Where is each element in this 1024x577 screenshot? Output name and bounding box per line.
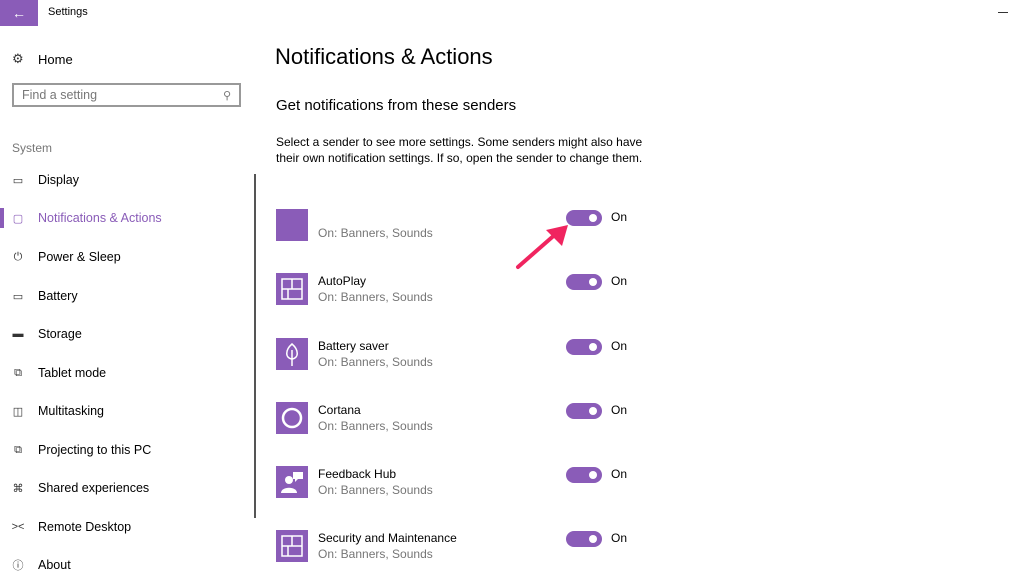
selection-indicator bbox=[0, 208, 4, 228]
home-label: Home bbox=[38, 51, 73, 67]
sender-row[interactable]: Feedback Hub On: Banners, Sounds On bbox=[276, 466, 646, 500]
sidebar-item-label: Notifications & Actions bbox=[38, 211, 162, 225]
notification-toggle[interactable] bbox=[566, 531, 602, 547]
sidebar-item-about[interactable]: ⓘ About bbox=[0, 553, 250, 577]
tablet-mode-icon: ⧉ bbox=[14, 366, 22, 379]
notification-toggle[interactable] bbox=[566, 403, 602, 419]
sender-row[interactable]: Cortana On: Banners, Sounds On bbox=[276, 402, 646, 436]
remote-desktop-icon: >< bbox=[11, 521, 25, 533]
toggle-knob bbox=[589, 278, 597, 286]
toggle-state-label: On bbox=[611, 210, 628, 224]
notification-toggle[interactable] bbox=[566, 467, 602, 483]
section-heading: Get notifications from these senders bbox=[276, 97, 517, 114]
toggle-state-label: On bbox=[611, 531, 628, 545]
autoplay-icon bbox=[276, 273, 308, 305]
search-icon: ⚲ bbox=[222, 89, 231, 102]
about-icon: ⓘ bbox=[12, 560, 24, 572]
sender-status: On: Banners, Sounds bbox=[318, 547, 433, 561]
sidebar-item-label: Projecting to this PC bbox=[38, 443, 152, 457]
description-text: Select a sender to see more settings. So… bbox=[276, 135, 643, 165]
sidebar-item-display[interactable]: ▭ Display bbox=[0, 168, 250, 192]
notification-toggle[interactable] bbox=[566, 274, 602, 290]
power-icon: ⏻ bbox=[13, 250, 23, 263]
sender-name: Cortana bbox=[318, 403, 361, 417]
sender-status: On: Banners, Sounds bbox=[318, 419, 433, 433]
toggle-state-label: On bbox=[611, 339, 628, 353]
back-button[interactable]: ← bbox=[0, 0, 38, 26]
storage-icon: ▬ bbox=[12, 328, 24, 340]
gear-icon: ⚙ bbox=[12, 51, 24, 66]
sidebar-item-label: Display bbox=[38, 173, 79, 187]
security-maintenance-icon bbox=[276, 530, 308, 562]
sidebar-item-remote-desktop[interactable]: >< Remote Desktop bbox=[0, 515, 250, 539]
sidebar-item-battery[interactable]: ▭ Battery bbox=[0, 284, 250, 308]
sender-status: On: Banners, Sounds bbox=[318, 355, 433, 369]
minimize-button[interactable] bbox=[998, 12, 1008, 13]
search-box[interactable]: ⚲ bbox=[12, 83, 241, 107]
shared-experiences-icon: ⌘ bbox=[12, 482, 24, 495]
search-input[interactable] bbox=[22, 88, 223, 102]
sender-status: On: Banners, Sounds bbox=[318, 226, 433, 240]
sidebar-item-shared-experiences[interactable]: ⌘ Shared experiences bbox=[0, 476, 250, 500]
sender-status: On: Banners, Sounds bbox=[318, 290, 433, 304]
toggle-knob bbox=[589, 214, 597, 222]
sidebar-item-label: Shared experiences bbox=[38, 481, 150, 495]
sender-status: On: Banners, Sounds bbox=[318, 483, 433, 497]
sidebar-scrollbar[interactable] bbox=[254, 174, 256, 518]
sender-row[interactable]: AutoPlay On: Banners, Sounds On bbox=[276, 273, 646, 307]
blank-app-icon bbox=[276, 209, 308, 241]
notification-toggle[interactable] bbox=[566, 339, 602, 355]
sidebar-item-label: Multitasking bbox=[38, 404, 104, 418]
multitasking-icon: ◫ bbox=[12, 405, 24, 418]
sender-row[interactable]: Battery saver On: Banners, Sounds On bbox=[276, 338, 646, 372]
toggle-state-label: On bbox=[611, 274, 628, 288]
toggle-state-label: On bbox=[611, 467, 628, 481]
toggle-knob bbox=[589, 471, 597, 479]
sidebar-item-projecting-to-this-pc[interactable]: ⧉ Projecting to this PC bbox=[0, 438, 250, 462]
sidebar-item-label: Tablet mode bbox=[38, 366, 107, 380]
notifications-icon: ▢ bbox=[12, 212, 24, 225]
sidebar-item-label: About bbox=[38, 558, 71, 572]
sidebar-item-power-sleep[interactable]: ⏻ Power & Sleep bbox=[0, 245, 250, 269]
sidebar-item-label: Remote Desktop bbox=[38, 520, 132, 534]
feedback-hub-icon bbox=[276, 466, 308, 498]
projecting-icon: ⧉ bbox=[14, 443, 22, 456]
sender-name: Battery saver bbox=[318, 339, 389, 353]
page-title: Notifications & Actions bbox=[275, 44, 493, 69]
title-bar: ← Settings bbox=[0, 0, 1024, 26]
sender-row[interactable]: On: Banners, Sounds On bbox=[276, 209, 646, 243]
section-label: System bbox=[12, 141, 53, 155]
toggle-knob bbox=[589, 343, 597, 351]
battery-icon: ▭ bbox=[12, 290, 24, 303]
toggle-knob bbox=[589, 535, 597, 543]
toggle-knob bbox=[589, 407, 597, 415]
back-arrow-icon: ← bbox=[12, 5, 26, 21]
sidebar-item-label: Battery bbox=[38, 289, 78, 303]
cortana-icon bbox=[276, 402, 308, 434]
app-title: Settings bbox=[48, 6, 88, 18]
sidebar-item-tablet-mode[interactable]: ⧉ Tablet mode bbox=[0, 361, 250, 385]
battery-saver-icon bbox=[276, 338, 308, 370]
sender-name: Feedback Hub bbox=[318, 467, 397, 481]
display-icon: ▭ bbox=[12, 174, 24, 187]
sender-name: Security and Maintenance bbox=[318, 531, 457, 545]
sidebar-item-notifications-actions[interactable]: ▢ Notifications & Actions bbox=[0, 206, 250, 230]
sidebar-item-label: Power & Sleep bbox=[38, 250, 121, 264]
sender-name: AutoPlay bbox=[318, 274, 367, 288]
sidebar-item-storage[interactable]: ▬ Storage bbox=[0, 322, 250, 346]
annotation-arrow-icon bbox=[516, 225, 568, 269]
toggle-state-label: On bbox=[611, 403, 628, 417]
home-link[interactable]: ⚙ Home bbox=[12, 51, 73, 67]
sidebar-item-multitasking[interactable]: ◫ Multitasking bbox=[0, 399, 250, 423]
sidebar-item-label: Storage bbox=[38, 327, 82, 341]
sender-row[interactable]: Security and Maintenance On: Banners, Sou… bbox=[276, 530, 646, 564]
